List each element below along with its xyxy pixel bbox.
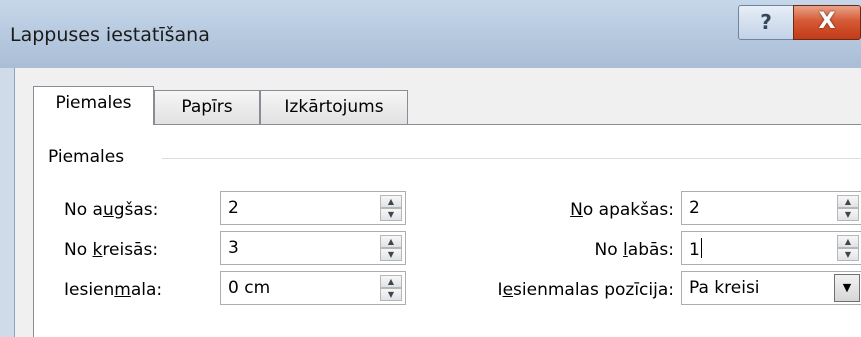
left-margin-label: No kreisās: bbox=[64, 240, 159, 260]
left-margin-spinbox[interactable]: 3 ▲ ▼ bbox=[220, 231, 406, 265]
tab-piemales[interactable]: Piemales bbox=[33, 86, 154, 125]
spin-up-icon[interactable]: ▲ bbox=[837, 235, 859, 248]
right-margin-value[interactable]: 1 bbox=[689, 238, 702, 260]
spin-down-icon[interactable]: ▼ bbox=[380, 208, 402, 221]
right-margin-spinner[interactable]: ▲ ▼ bbox=[837, 235, 859, 261]
bottom-margin-spinner[interactable]: ▲ ▼ bbox=[837, 195, 859, 221]
bottom-margin-label: No apakšas: bbox=[570, 200, 674, 220]
left-margin-spinner[interactable]: ▲ ▼ bbox=[380, 235, 402, 261]
spin-up-icon[interactable]: ▲ bbox=[380, 195, 402, 208]
spin-up-icon[interactable]: ▲ bbox=[380, 235, 402, 248]
spin-up-icon[interactable]: ▲ bbox=[837, 195, 859, 208]
gutter-label: Iesienmala: bbox=[64, 280, 163, 300]
spin-down-icon[interactable]: ▼ bbox=[837, 208, 859, 221]
dialog-body: Piemales Papīrs Izkārtojums Piemales No … bbox=[14, 68, 861, 337]
gutter-spinner[interactable]: ▲ ▼ bbox=[380, 275, 402, 301]
text-cursor bbox=[700, 238, 702, 258]
spin-down-icon[interactable]: ▼ bbox=[837, 248, 859, 261]
top-margin-spinbox[interactable]: 2 ▲ ▼ bbox=[220, 191, 406, 225]
tab-izkartojums[interactable]: Izkārtojums bbox=[260, 90, 408, 124]
help-button[interactable]: ? bbox=[738, 5, 794, 40]
gutter-spinbox[interactable]: 0 cm ▲ ▼ bbox=[220, 271, 406, 305]
close-button[interactable]: X bbox=[793, 5, 861, 40]
gutter-position-value[interactable]: Pa kreisi bbox=[689, 278, 760, 298]
right-margin-spinbox[interactable]: 1 ▲ ▼ bbox=[681, 231, 861, 265]
title-bar: Lappuses iestatīšana ? X bbox=[0, 0, 861, 68]
tab-papirs[interactable]: Papīrs bbox=[154, 90, 260, 124]
bottom-margin-value[interactable]: 2 bbox=[689, 198, 700, 218]
gutter-position-select[interactable]: Pa kreisi ▼ bbox=[681, 271, 861, 305]
spin-down-icon[interactable]: ▼ bbox=[380, 288, 402, 301]
chevron-down-icon[interactable]: ▼ bbox=[834, 274, 860, 302]
top-margin-spinner[interactable]: ▲ ▼ bbox=[380, 195, 402, 221]
top-margin-label: No augšas: bbox=[64, 200, 159, 220]
gutter-position-label: Iesienmalas pozīcija: bbox=[497, 280, 674, 300]
left-margin-value[interactable]: 3 bbox=[228, 238, 239, 258]
spin-up-icon[interactable]: ▲ bbox=[380, 275, 402, 288]
top-margin-value[interactable]: 2 bbox=[228, 198, 239, 218]
right-margin-label: No labās: bbox=[594, 240, 674, 260]
bottom-margin-spinbox[interactable]: 2 ▲ ▼ bbox=[681, 191, 861, 225]
margins-group-label: Piemales bbox=[48, 147, 125, 167]
window-title: Lappuses iestatīšana bbox=[10, 24, 210, 46]
spin-down-icon[interactable]: ▼ bbox=[380, 248, 402, 261]
group-divider bbox=[162, 158, 861, 159]
margins-panel: Piemales No augšas: 2 ▲ ▼ No apakšas: 2 … bbox=[33, 124, 861, 337]
gutter-value[interactable]: 0 cm bbox=[228, 278, 270, 298]
